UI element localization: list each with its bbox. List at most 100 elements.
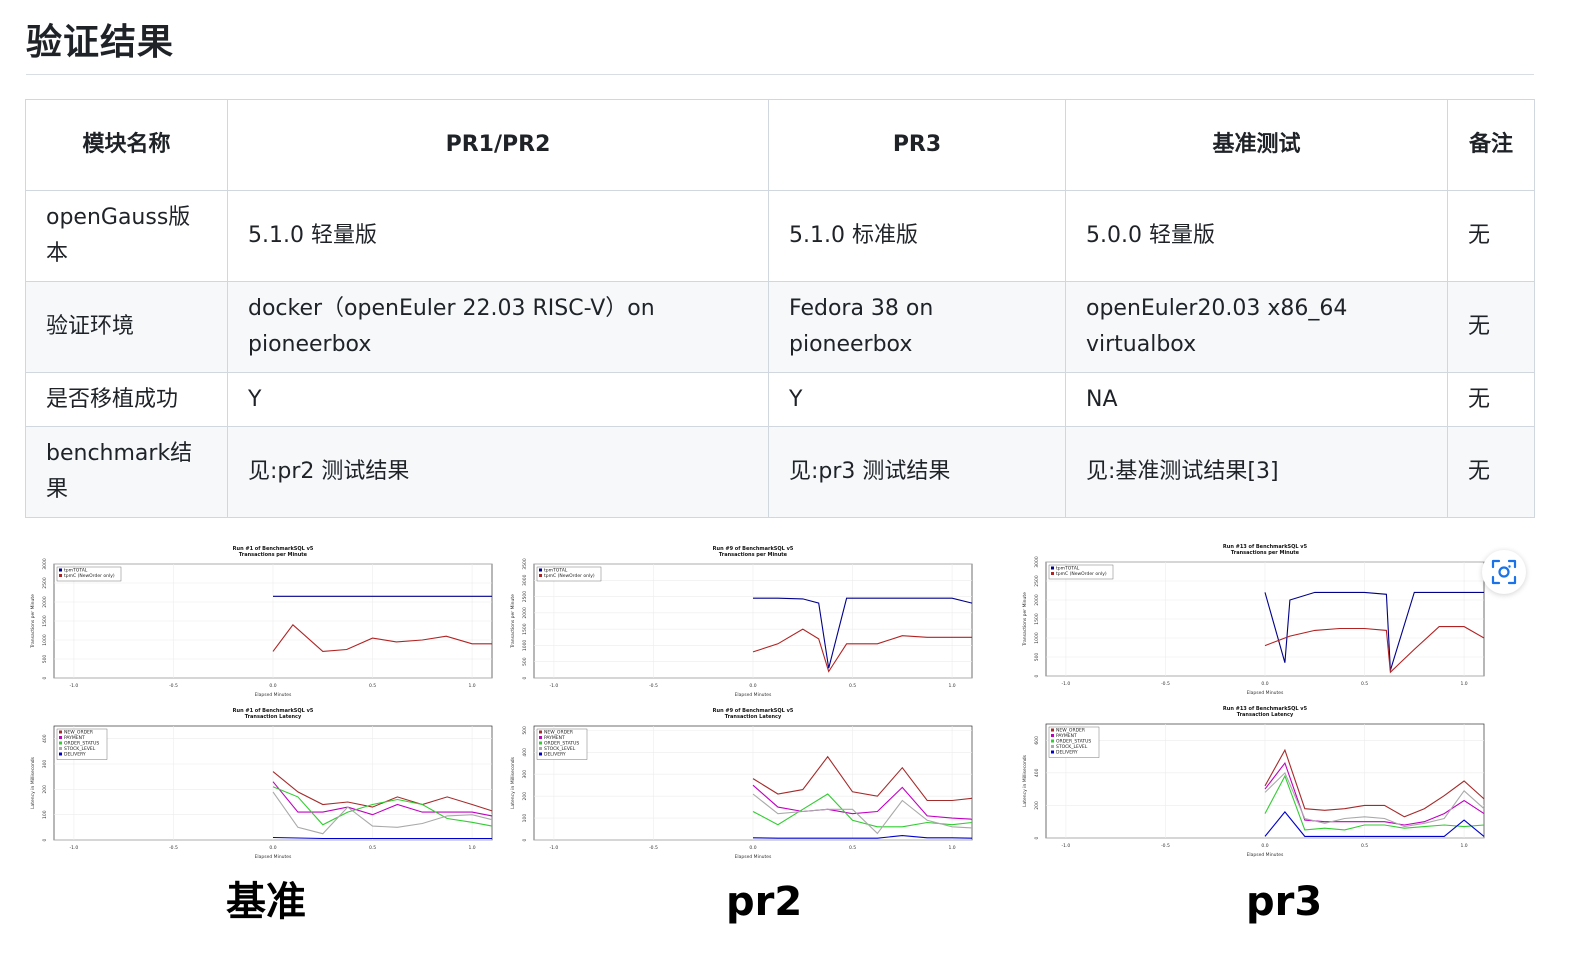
chart-svg: Run #1 of BenchmarkSQL v5Transaction Lat… — [30, 708, 493, 860]
chart-subtitle: Transaction Latency — [725, 714, 782, 720]
legend-swatch — [539, 736, 542, 739]
legend-swatch — [59, 736, 62, 739]
y-tick-label: 300 — [522, 770, 528, 779]
y-tick-label: 2000 — [42, 596, 48, 608]
table-cell: Y — [768, 372, 1066, 427]
table-cell: 见:pr2 测试结果 — [227, 426, 769, 518]
title-divider — [26, 74, 1534, 75]
x-tick-label: 0.0 — [269, 845, 276, 851]
table-cell: 见:pr3 测试结果 — [768, 426, 1066, 518]
y-axis-label: Latency in Milliseconds — [510, 756, 516, 809]
x-tick-label: 0.5 — [1361, 843, 1368, 849]
table-cell: 5.1.0 标准版 — [768, 190, 1066, 282]
x-tick-label: 0.5 — [849, 683, 856, 689]
y-tick-label: 200 — [522, 792, 528, 801]
legend-label: DELIVERY — [544, 752, 566, 758]
table-cell: 是否移植成功 — [25, 372, 228, 427]
chart-subtitle: Transactions per Minute — [719, 552, 788, 558]
y-tick-label: 1000 — [522, 640, 528, 652]
legend-swatch — [1051, 750, 1054, 754]
table-row: 验证环境 docker（openEuler 22.03 RISC-V）on pi… — [25, 281, 1535, 373]
chart-svg: Run #13 of BenchmarkSQL v5Transaction La… — [1022, 706, 1485, 858]
y-tick-label: 3000 — [42, 558, 48, 570]
legend-swatch — [59, 568, 62, 572]
y-tick-label: 0 — [1034, 674, 1040, 677]
y-tick-label: 500 — [522, 726, 528, 735]
legend-label: STOCK_LEVEL — [544, 746, 576, 752]
table-header-cell: PR1/PR2 — [227, 99, 769, 191]
legend-label: ORDER_STATUS — [64, 741, 99, 747]
legend-swatch — [1051, 734, 1054, 737]
table-cell: Fedora 38 on pioneerbox — [768, 281, 1066, 373]
x-tick-label: 0.5 — [369, 845, 376, 851]
chart-tpm-pr2: Run #9 of BenchmarkSQL v5 Transactions pe… — [508, 542, 978, 702]
legend-label: ORDER_STATUS — [544, 741, 579, 747]
table-cell: 无 — [1447, 281, 1535, 373]
legend-label: tpmTOTAL — [1056, 566, 1080, 572]
table-cell: openEuler20.03 x86_64 virtualbox — [1065, 281, 1448, 373]
x-axis-label: Elapsed Minutes — [735, 854, 772, 860]
x-tick-label: 1.0 — [949, 683, 956, 689]
table-header-cell: PR3 — [768, 99, 1066, 191]
table-header-row: 模块名称 PR1/PR2 PR3 基准测试 备注 — [25, 99, 1535, 191]
x-tick-label: 0.0 — [749, 683, 756, 689]
chart-tpm-pr3: Run #13 of BenchmarkSQL v5 Transactions p… — [1020, 540, 1490, 700]
x-tick-label: -1.0 — [70, 683, 79, 689]
x-tick-label: -1.0 — [70, 845, 79, 851]
y-tick-label: 2500 — [1034, 575, 1040, 587]
table-row: benchmark结果 见:pr2 测试结果 见:pr3 测试结果 见:基准测试… — [25, 426, 1535, 518]
legend-label: PAYMENT — [64, 735, 85, 741]
y-tick-label: 2000 — [1034, 594, 1040, 606]
y-tick-label: 400 — [1034, 768, 1040, 777]
table-header-cell: 模块名称 — [25, 99, 228, 191]
y-tick-label: 1000 — [1034, 632, 1040, 644]
table-cell: 5.0.0 轻量版 — [1065, 190, 1448, 282]
caption-pr3: pr3 — [1246, 879, 1323, 925]
x-tick-label: -1.0 — [550, 683, 559, 689]
legend-swatch — [1051, 745, 1054, 748]
y-axis-label: Latency in Milliseconds — [30, 756, 36, 809]
y-tick-label: 0 — [42, 676, 48, 679]
y-tick-label: 0 — [42, 838, 48, 841]
legend-swatch — [1051, 739, 1054, 743]
x-tick-label: -1.0 — [1062, 843, 1071, 849]
table-cell: openGauss版本 — [25, 190, 228, 282]
table-cell: 无 — [1447, 372, 1535, 427]
y-tick-label: 200 — [1034, 801, 1040, 810]
legend-swatch — [59, 752, 62, 756]
x-tick-label: 1.0 — [1461, 681, 1468, 687]
table-header-cell: 基准测试 — [1065, 99, 1448, 191]
table-cell: Y — [227, 372, 769, 427]
y-tick-label: 500 — [1034, 653, 1040, 662]
legend-label: tpmC (NewOrder only) — [1056, 571, 1107, 577]
x-axis-label: Elapsed Minutes — [735, 692, 772, 698]
legend-swatch — [59, 747, 62, 750]
x-tick-label: -0.5 — [169, 845, 178, 851]
y-tick-label: 600 — [1034, 736, 1040, 745]
legend-swatch — [59, 741, 62, 745]
table-cell: benchmark结果 — [25, 426, 228, 518]
y-tick-label: 0 — [522, 676, 528, 679]
table-cell: 5.1.0 轻量版 — [227, 190, 769, 282]
y-tick-label: 2000 — [522, 607, 528, 619]
y-tick-label: 300 — [42, 760, 48, 769]
x-tick-label: -0.5 — [169, 683, 178, 689]
y-tick-label: 2500 — [42, 577, 48, 589]
legend-swatch — [539, 752, 542, 756]
x-tick-label: -1.0 — [550, 845, 559, 851]
chart-latency-pr2: Run #9 of BenchmarkSQL v5 Transaction Lat… — [508, 704, 978, 864]
y-tick-label: 0 — [522, 838, 528, 841]
image-scan-button[interactable] — [1482, 550, 1526, 594]
y-tick-label: 500 — [522, 657, 528, 666]
y-axis-label: Latency in Milliseconds — [1022, 754, 1028, 807]
chart-subtitle: Transaction Latency — [245, 714, 302, 720]
x-tick-label: -0.5 — [649, 845, 658, 851]
y-tick-label: 500 — [42, 655, 48, 664]
chart-subtitle: Transaction Latency — [1237, 712, 1294, 718]
x-axis-label: Elapsed Minutes — [1247, 852, 1284, 858]
y-tick-label: 1000 — [42, 634, 48, 646]
legend-swatch — [539, 730, 542, 734]
chart-subtitle: Transactions per Minute — [239, 552, 308, 558]
chart-subtitle: Transactions per Minute — [1231, 550, 1300, 556]
y-tick-label: 0 — [1034, 836, 1040, 839]
